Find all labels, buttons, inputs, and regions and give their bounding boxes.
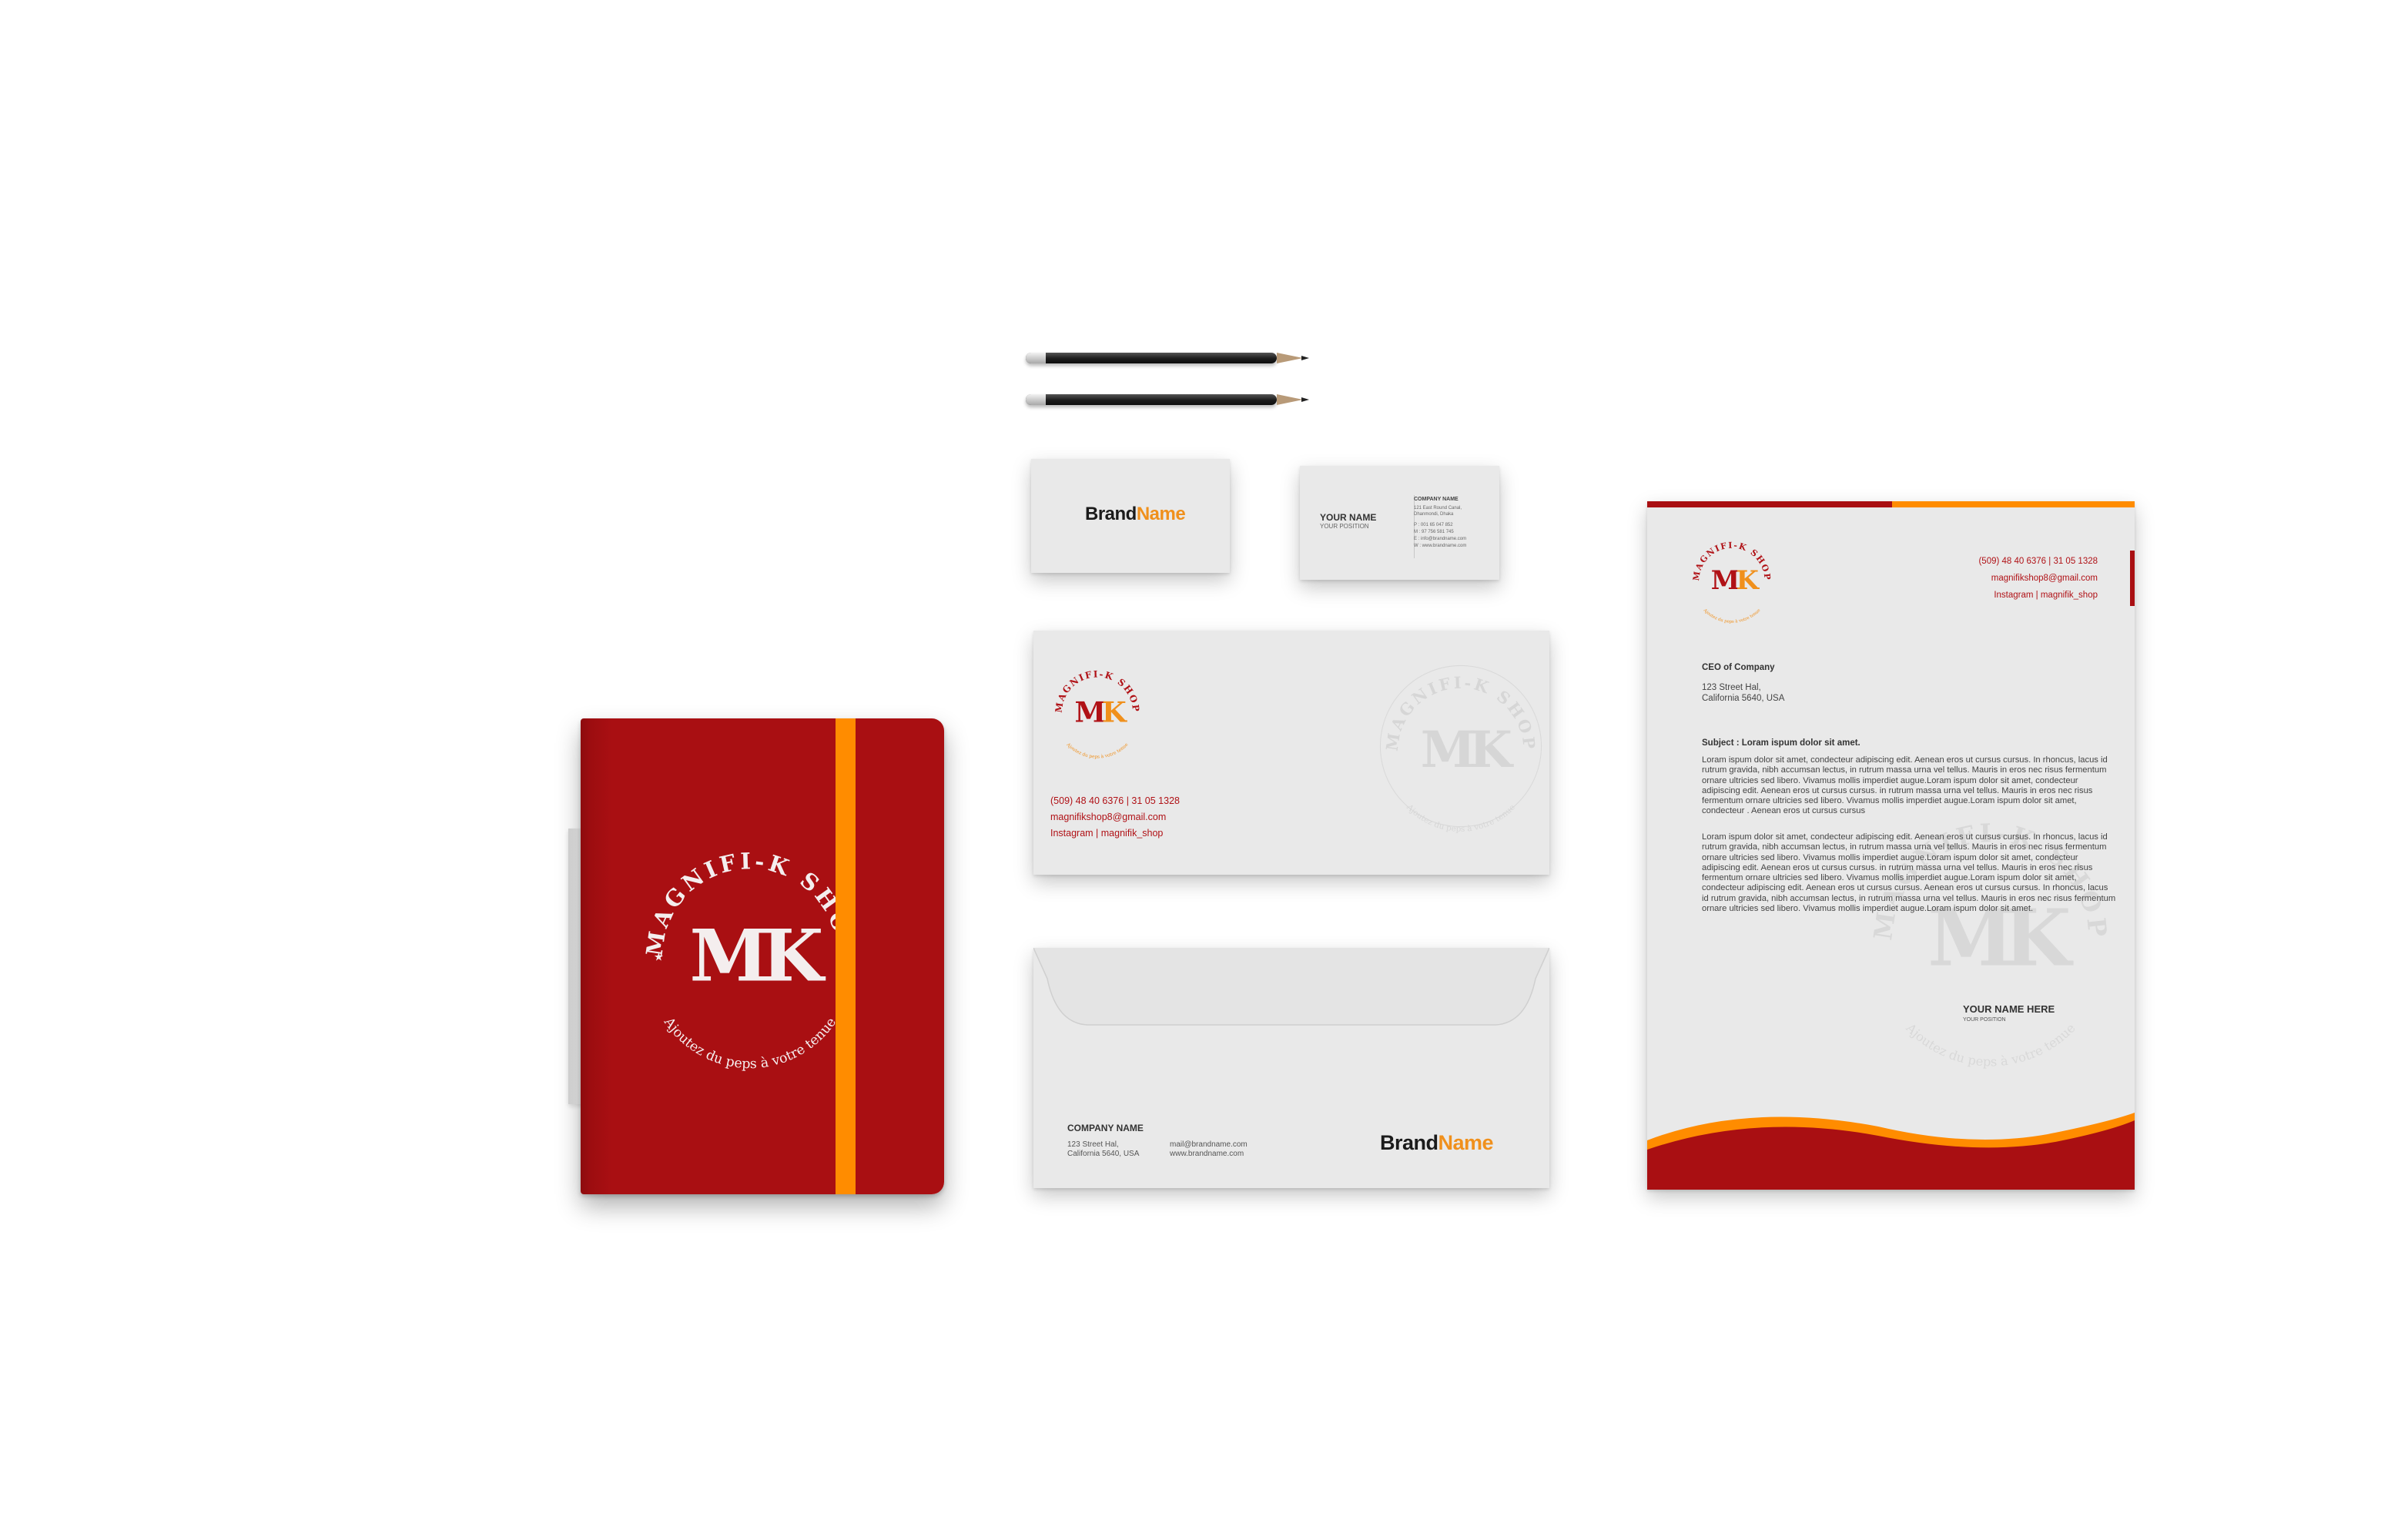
card-name: YOUR NAME <box>1320 512 1377 523</box>
envelope-web: www.brandname.com <box>1170 1150 1244 1158</box>
letterhead: MAGNIFI-K SHOP M K Ajoutez du peps à vot… <box>1647 501 2135 1190</box>
envelope-front: MAGNIFI-K SHOP M K Ajoutez du peps à vot… <box>1033 631 1549 875</box>
svg-text:M: M <box>1711 564 1739 595</box>
recipient-address-1: 123 Street Hal, <box>1702 683 1761 692</box>
signature-position: YOUR POSITION <box>1963 1017 2006 1023</box>
notebook-cover: MAGNIFI-K SHOP M K ★ ★ Ajoutez du peps à… <box>581 718 944 1194</box>
card-address-2: Dhanmondi, Dhaka <box>1414 512 1454 517</box>
envelope-email: mail@brandname.com <box>1170 1140 1248 1149</box>
svg-text:K: K <box>1469 721 1514 779</box>
pencil-bottom <box>1026 394 1309 405</box>
card-email: E : info@brandname.com <box>1414 537 1467 541</box>
svg-text:Ajoutez du peps à votre tenue: Ajoutez du peps à votre tenue <box>1903 1020 2078 1070</box>
contact-email: magnifikshop8@gmail.com <box>1050 812 1167 822</box>
envelope-address-2: California 5640, USA <box>1067 1150 1140 1158</box>
envelope-company: COMPANY NAME <box>1067 1123 1144 1133</box>
business-card-back: YOUR NAME YOUR POSITION COMPANY NAME 121… <box>1300 466 1499 580</box>
card-address-1: 121 East Round Canal, <box>1414 506 1462 511</box>
svg-text:K: K <box>762 914 826 998</box>
letterhead-email: magnifikshop8@gmail.com <box>1991 574 2098 583</box>
recipient-address-2: California 5640, USA <box>1702 694 1785 703</box>
contact-phone: (509) 48 40 6376 | 31 05 1328 <box>1050 795 1180 806</box>
svg-text:Ajoutez du peps à votre tenue: Ajoutez du peps à votre tenue <box>660 1014 839 1072</box>
svg-text:K: K <box>2003 892 2074 984</box>
svg-text:K: K <box>1736 564 1760 595</box>
recipient-title: CEO of Company <box>1702 663 1775 672</box>
signature-name: YOUR NAME HERE <box>1963 1003 2055 1015</box>
top-bar-red <box>1647 501 1892 507</box>
letterhead-watermark: MAGNIFI-K SHOP M K Ajoutez du peps à vot… <box>1867 818 2109 1070</box>
svg-text:K: K <box>1102 695 1127 728</box>
letterhead-instagram: Instagram | magnifik_shop <box>1994 591 2098 600</box>
svg-text:M: M <box>1074 695 1104 728</box>
watermark-logo: MAGNIFI-K SHOP M K Ajoutez du peps à vot… <box>1379 665 1542 834</box>
svg-text:★: ★ <box>654 952 664 964</box>
top-bar-orange <box>1892 501 2135 507</box>
pencil-top <box>1026 353 1309 363</box>
envelope-brand-wordmark: BrandName <box>1380 1131 1494 1154</box>
svg-text:M: M <box>1421 721 1474 779</box>
letter-subject: Subject : Loram ispum dolor sit amet. <box>1702 738 1860 748</box>
letterhead-logo: MAGNIFI-K SHOP M K Ajoutez du peps à vot… <box>1691 541 1771 624</box>
envelope-address-1: 123 Street Hal, <box>1067 1140 1119 1149</box>
svg-text:Ajoutez du peps à votre tenue: Ajoutez du peps à votre tenue <box>1702 608 1761 624</box>
card-company: COMPANY NAME <box>1414 497 1459 502</box>
card-position: YOUR POSITION <box>1320 523 1369 530</box>
brand-wordmark: BrandName <box>1085 504 1186 524</box>
svg-text:M: M <box>1927 892 2011 984</box>
letterhead-phone: (509) 48 40 6376 | 31 05 1328 <box>1978 557 2098 566</box>
card-mobile: M : 97 756 581 745 <box>1414 530 1454 534</box>
card-phone: P : 001 65 047 852 <box>1414 523 1453 527</box>
svg-text:M: M <box>689 914 765 998</box>
contact-instagram: Instagram | magnifik_shop <box>1050 828 1164 839</box>
notebook-elastic-band <box>836 718 856 1194</box>
svg-text:Ajoutez du peps à votre tenue: Ajoutez du peps à votre tenue <box>1065 742 1130 760</box>
business-card-front: BrandName <box>1031 459 1230 573</box>
envelope-flap <box>1033 948 1549 1026</box>
svg-text:Ajoutez du peps à votre tenue: Ajoutez du peps à votre tenue <box>1404 802 1516 834</box>
card-web: W : www.brandname.com <box>1414 544 1467 548</box>
letterhead-footer-wave <box>1647 1113 2135 1190</box>
logo-emblem: MAGNIFI-K SHOP M K Ajoutez du peps à vot… <box>1053 668 1140 760</box>
envelope-back: COMPANY NAME 123 Street Hal, California … <box>1033 948 1549 1188</box>
side-accent-bar <box>2130 551 2135 606</box>
